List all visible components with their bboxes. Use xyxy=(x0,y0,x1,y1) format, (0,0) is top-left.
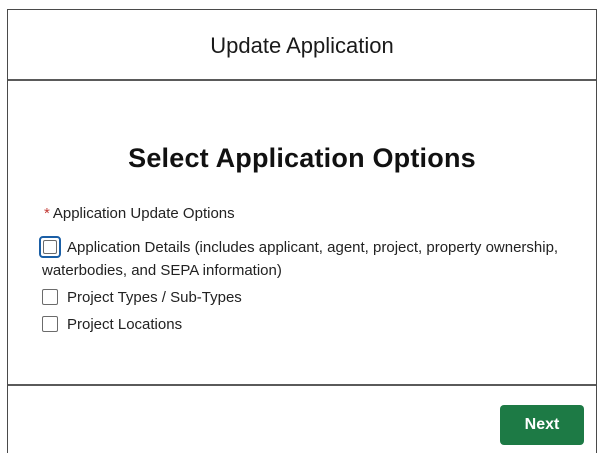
checkbox-project-types[interactable] xyxy=(42,289,58,305)
next-button[interactable]: Next xyxy=(500,405,584,445)
footer-divider xyxy=(8,384,596,386)
field-label-text: Application Update Options xyxy=(52,205,235,222)
modal-title: Update Application xyxy=(210,32,394,58)
checkbox-application-details[interactable] xyxy=(39,236,61,258)
required-marker: * xyxy=(44,205,50,222)
update-application-modal: Update Application Select Application Op… xyxy=(7,9,597,453)
option-project-locations[interactable]: Project Locations xyxy=(42,313,582,336)
option-label-project-types: Project Types / Sub-Types xyxy=(67,289,242,306)
option-label-project-locations: Project Locations xyxy=(67,316,183,333)
option-project-types[interactable]: Project Types / Sub-Types xyxy=(42,286,582,309)
application-update-options-label: * Application Update Options xyxy=(44,205,235,222)
option-application-details[interactable]: Application Details (includes applicant,… xyxy=(39,236,582,282)
application-update-options-group: Application Details (includes applicant,… xyxy=(39,236,582,336)
modal-header: Update Application xyxy=(8,10,596,81)
section-title: Select Application Options xyxy=(128,143,476,173)
checkbox-project-locations[interactable] xyxy=(42,316,58,332)
option-label-application-details: Application Details (includes applicant,… xyxy=(42,239,559,279)
